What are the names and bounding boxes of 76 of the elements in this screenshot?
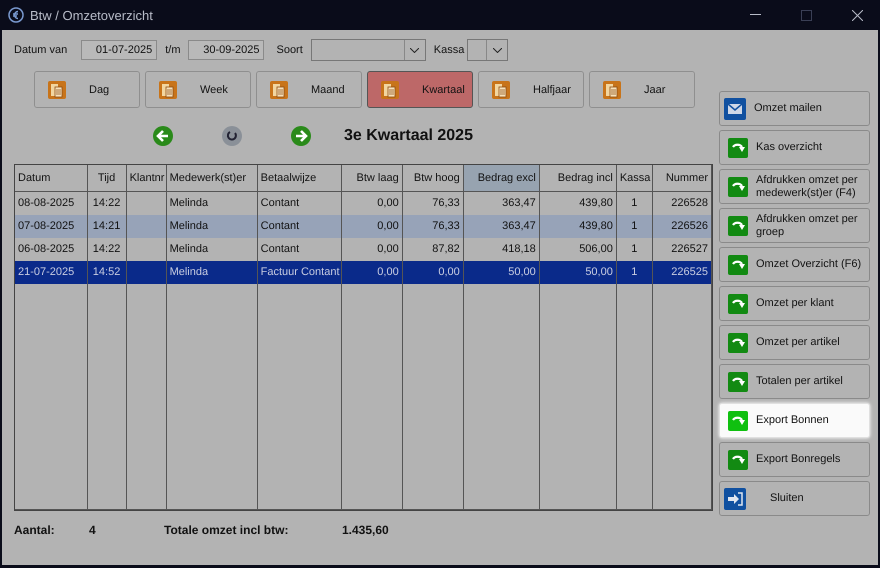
table-cell: 50,00 [463,260,540,284]
table-cell: 14:52 [87,260,126,284]
column-header[interactable]: Betaalwijze [257,165,342,192]
action-button[interactable]: Export Bonregels [719,442,870,477]
column-header[interactable]: Bedrag incl [539,165,616,192]
action-button[interactable]: Kas overzicht [719,130,870,165]
table-cell: 50,00 [539,260,616,284]
period-button[interactable]: Week [145,71,251,108]
count-value: 4 [89,523,97,537]
document-icon [491,80,511,100]
action-button[interactable]: Totalen per artikel [719,364,870,399]
column-header[interactable]: Medewerk(st)er [166,165,258,192]
table-cell: Contant [257,214,342,238]
table-row[interactable]: 07-08-2025 14:21 Melinda Contant 0,00 76,33 363,47 439,80 1 226526 [15,214,712,238]
period-button[interactable]: Dag [34,71,140,108]
column-header[interactable]: Klantnr [126,165,166,192]
document-icon [158,80,178,100]
envelope-icon [724,98,746,120]
exit-icon [724,488,746,510]
column-header[interactable]: Nummer [652,165,712,192]
field-label: Soort [276,44,303,56]
period-title: 3e Kwartaal 2025 [344,127,473,145]
document-icon [47,80,67,100]
date-field[interactable]: 30-09-2025 [188,40,264,60]
table-cell: 0,00 [402,260,464,284]
action-button[interactable]: Omzet per artikel [719,325,870,360]
date-field[interactable]: 01-07-2025 [81,40,158,60]
table-cell: 1 [616,260,652,284]
minimize-icon[interactable] [750,14,761,16]
app-logo-icon [8,7,24,23]
table-cell: Factuur Contant [257,260,342,284]
reset-icon[interactable] [221,125,243,147]
table-cell: 07-08-2025 [15,214,88,238]
action-button[interactable]: Afdrukken omzet per groep [719,208,870,243]
column-header[interactable]: Kassa [616,165,652,192]
table-cell: Melinda [166,260,258,284]
field-label: Datum van [14,44,68,56]
count-label: Aantal: [14,523,56,537]
column-header[interactable]: Btw laag [341,165,402,192]
table-cell: 76,33 [402,214,464,238]
table-cell: 439,80 [539,214,616,238]
action-button[interactable]: Export Bonnen [719,403,870,438]
caret-icon [410,48,420,52]
table-cell: 0,00 [341,260,402,284]
table-cell: 226526 [652,214,712,238]
table-cell: 363,47 [463,214,540,238]
action-button[interactable]: Omzet mailen [719,91,870,126]
table-cell: 226525 [652,260,712,284]
table-row[interactable]: 21-07-2025 14:52 Melinda Factuur Contant 0,00 0,00 50,00 50,00 1 226525 [15,260,712,284]
period-button[interactable]: Halfjaar [478,71,584,108]
caret-icon [492,48,502,52]
action-button[interactable]: Sluiten [719,481,870,516]
total-value: 1.435,60 [342,523,389,537]
table-cell: 21-07-2025 [15,260,88,284]
column-header[interactable]: Datum [15,165,88,192]
total-label: Totale omzet incl btw: [164,523,290,537]
document-icon [602,80,622,100]
table-cell: 14:21 [87,214,126,238]
period-button[interactable]: Maand [256,71,362,108]
column-header[interactable]: Bedrag excl [463,165,540,192]
table-cell: 0,00 [341,214,402,238]
table-cell: Melinda [166,214,258,238]
action-button[interactable]: Afdrukken omzet per medewerk(st)er (F4) [719,169,870,204]
close-icon[interactable] [852,10,863,20]
window-title: Btw / Omzetoverzicht [30,8,154,22]
table-cell: 1 [616,214,652,238]
period-button[interactable]: Jaar [589,71,695,108]
document-icon [269,80,289,100]
document-icon [380,80,400,100]
column-header[interactable]: Btw hoog [402,165,464,192]
action-button[interactable]: Omzet per klant [719,286,870,321]
column-header[interactable]: Tijd [87,165,126,192]
field-label: Kassa [434,44,464,56]
period-button[interactable]: Kwartaal [367,71,473,108]
field-label: t/m [165,44,180,56]
action-button[interactable]: Omzet Overzicht (F6) [719,247,870,282]
